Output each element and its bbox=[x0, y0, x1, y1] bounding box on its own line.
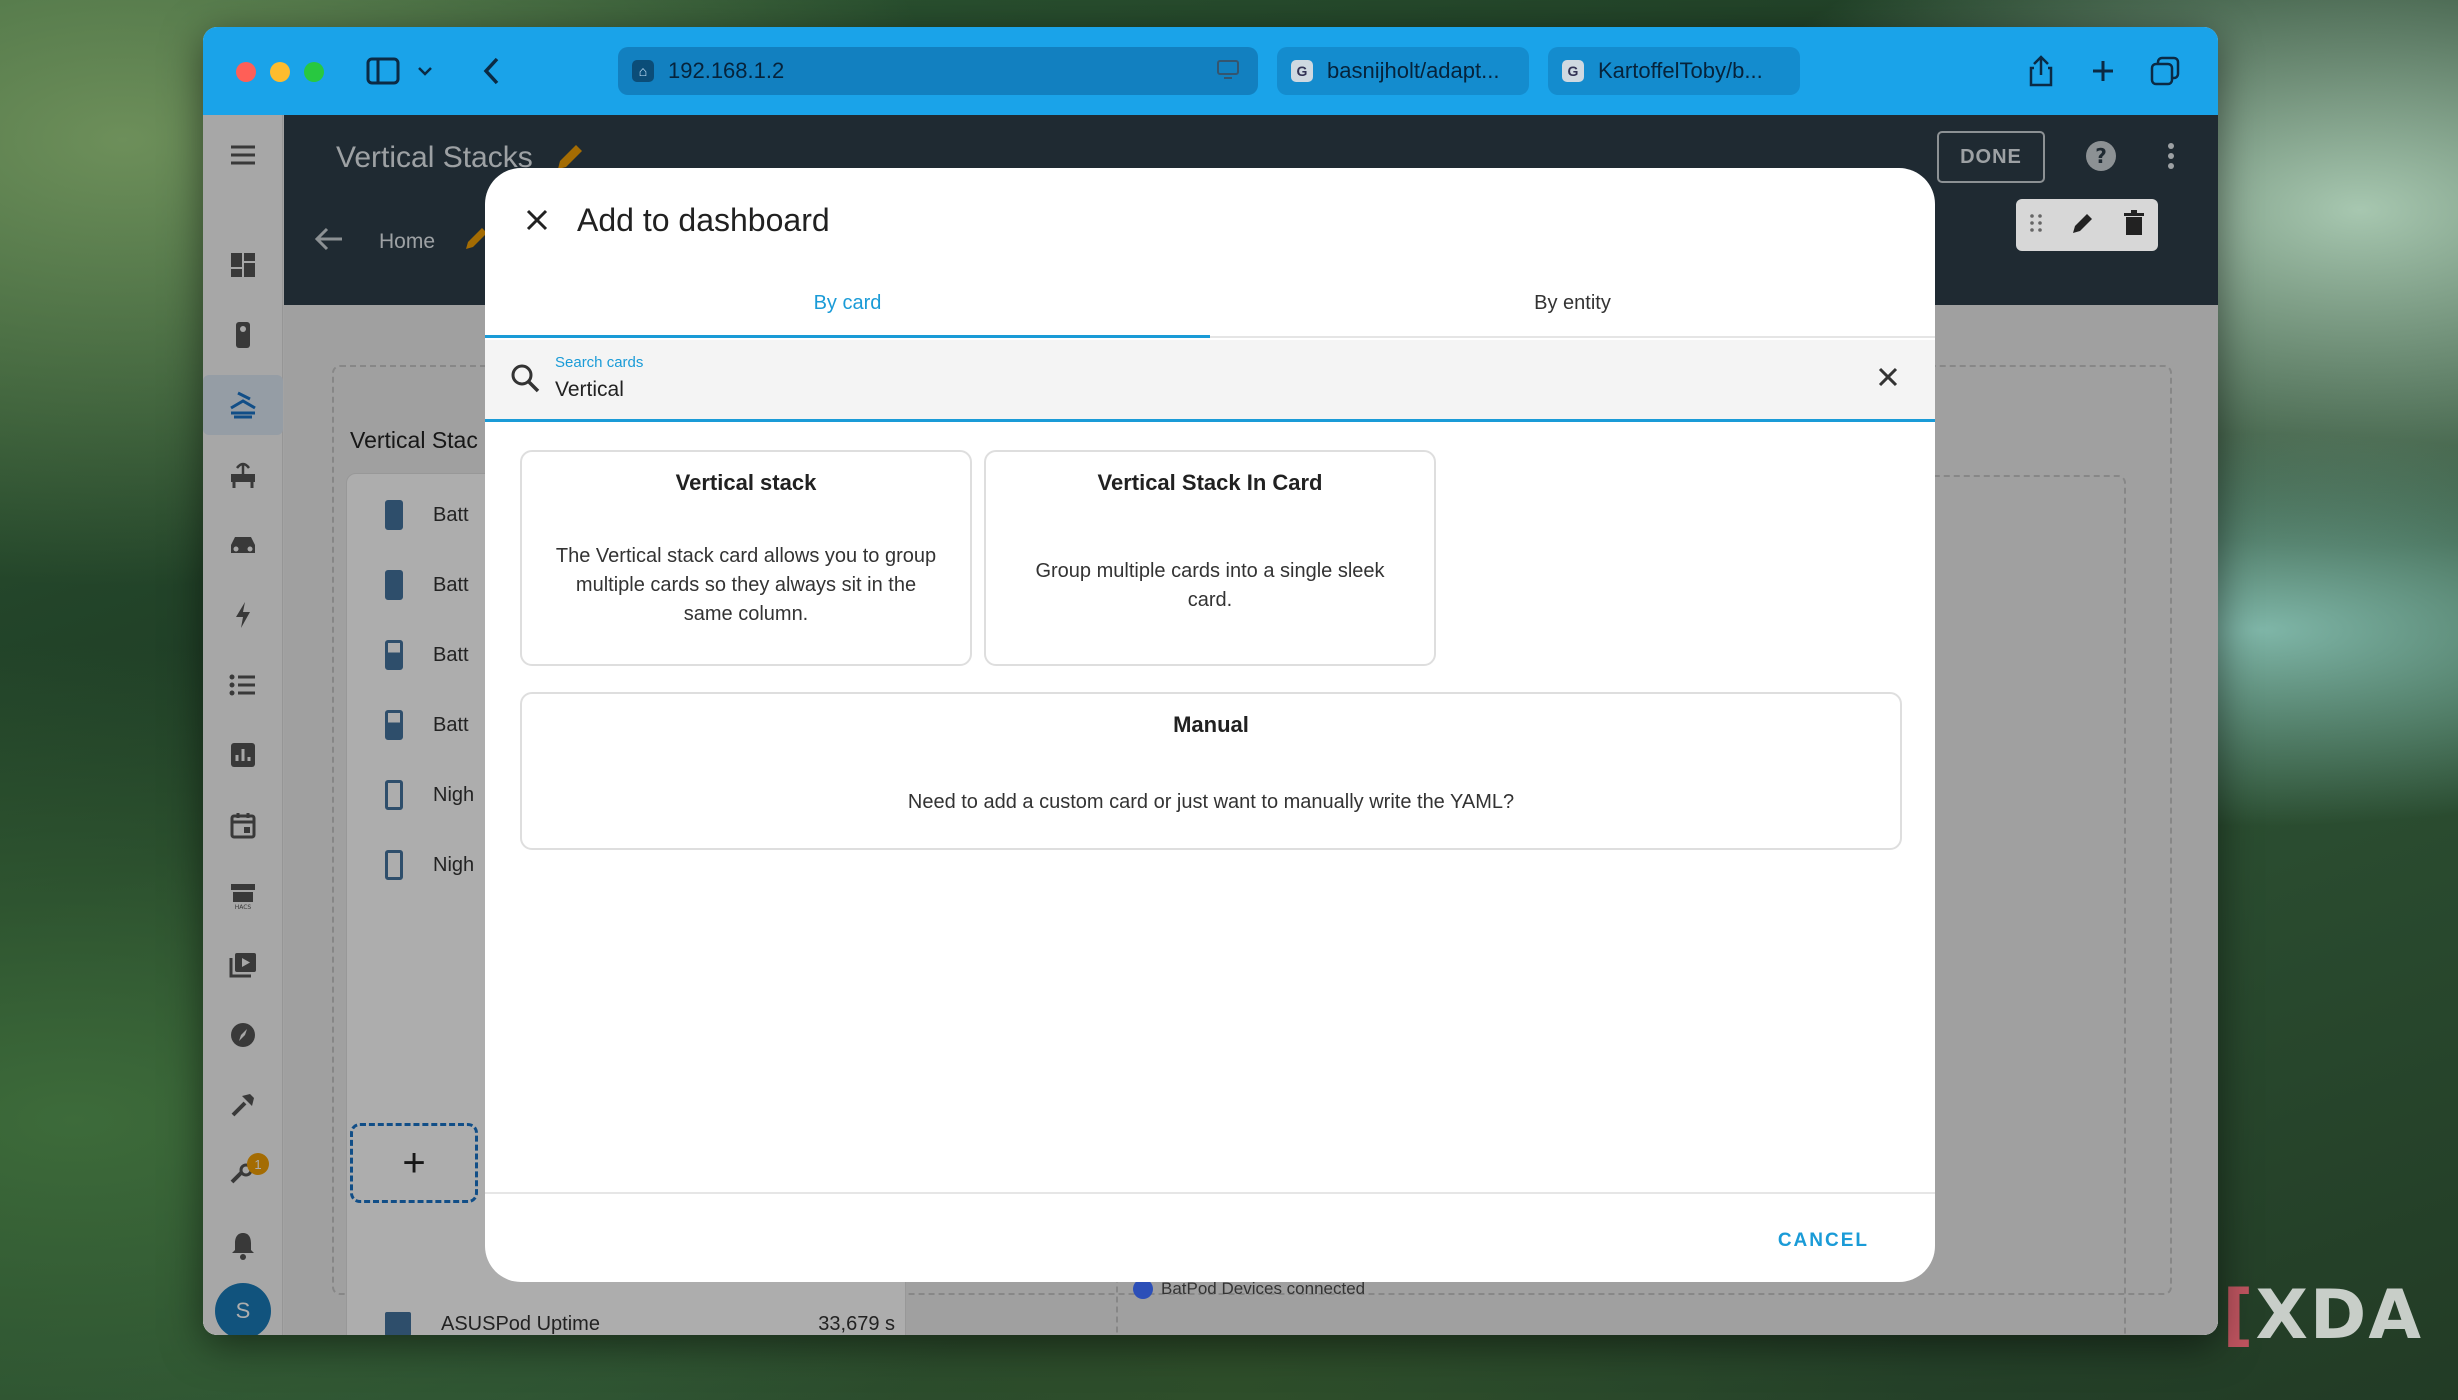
search-label: Search cards bbox=[555, 354, 644, 371]
sidebar-toggle-icon[interactable] bbox=[363, 51, 403, 91]
chevron-down-icon[interactable] bbox=[413, 51, 437, 91]
active-tab-indicator bbox=[485, 335, 1210, 338]
card-option-vertical-stack-in-card[interactable]: Vertical Stack In Card Group multiple ca… bbox=[984, 450, 1436, 666]
back-icon[interactable] bbox=[471, 51, 511, 91]
share-icon[interactable] bbox=[2021, 51, 2061, 91]
browser-tab-address[interactable]: ⌂ 192.168.1.2 bbox=[618, 47, 1258, 95]
search-icon bbox=[509, 362, 541, 399]
close-icon bbox=[526, 209, 548, 231]
drag-handle-icon[interactable] bbox=[2029, 213, 2043, 238]
legend-swatch bbox=[1133, 1279, 1153, 1299]
cancel-button[interactable]: CANCEL bbox=[1778, 1230, 1869, 1252]
browser-tab-github-2[interactable]: G KartoffelToby/b... bbox=[1548, 47, 1800, 95]
card-option-title: Vertical stack bbox=[675, 470, 817, 495]
browser-window: ⌂ 192.168.1.2 G basnijholt/adapt... G Ka… bbox=[203, 27, 2218, 1335]
edit-pencil-icon[interactable] bbox=[2070, 210, 2096, 241]
add-to-dashboard-dialog: Add to dashboard By card By entity Searc… bbox=[485, 168, 1935, 1282]
tab-label: basnijholt/adapt... bbox=[1327, 58, 1500, 83]
dialog-footer-divider bbox=[485, 1192, 1935, 1194]
github-icon: G bbox=[1291, 60, 1313, 82]
zoom-window-button[interactable] bbox=[304, 62, 324, 82]
tab-overview-icon[interactable] bbox=[2145, 51, 2185, 91]
clear-search-icon[interactable] bbox=[1877, 366, 1899, 393]
tab-by-entity[interactable]: By entity bbox=[1210, 268, 1935, 338]
home-assistant-icon: ⌂ bbox=[632, 60, 654, 82]
tab-by-card[interactable]: By card bbox=[485, 268, 1210, 338]
card-option-title: Vertical Stack In Card bbox=[1097, 470, 1323, 495]
search-cards-field[interactable]: Search cards Vertical bbox=[485, 340, 1935, 422]
dialog-tabs: By card By entity bbox=[485, 268, 1935, 338]
close-dialog-button[interactable] bbox=[515, 198, 559, 242]
card-option-description: The Vertical stack card allows you to gr… bbox=[555, 545, 937, 625]
browser-titlebar: ⌂ 192.168.1.2 G basnijholt/adapt... G Ka… bbox=[203, 27, 2218, 115]
address-text: 192.168.1.2 bbox=[668, 58, 785, 83]
card-option-description: Group multiple cards into a single sleek… bbox=[1035, 560, 1385, 611]
card-edit-toolbar bbox=[2016, 199, 2158, 251]
minimize-window-button[interactable] bbox=[270, 62, 290, 82]
browser-tab-github-1[interactable]: G basnijholt/adapt... bbox=[1277, 47, 1529, 95]
tab-label: KartoffelToby/b... bbox=[1598, 58, 1763, 83]
screen-share-icon[interactable] bbox=[1216, 59, 1240, 87]
card-option-description: Need to add a custom card or just want t… bbox=[907, 791, 1515, 813]
dialog-title: Add to dashboard bbox=[577, 202, 830, 238]
delete-icon[interactable] bbox=[2123, 209, 2145, 241]
card-option-manual[interactable]: Manual Need to add a custom card or just… bbox=[520, 692, 1902, 850]
new-tab-icon[interactable] bbox=[2083, 51, 2123, 91]
github-icon: G bbox=[1562, 60, 1584, 82]
card-option-vertical-stack[interactable]: Vertical stack The Vertical stack card a… bbox=[520, 450, 972, 666]
xda-watermark: [XDA bbox=[2222, 1276, 2423, 1355]
card-option-title: Manual bbox=[1173, 712, 1249, 737]
legend-label: BatPod Devices connected bbox=[1161, 1279, 1366, 1298]
close-window-button[interactable] bbox=[236, 62, 256, 82]
search-input[interactable]: Vertical bbox=[555, 378, 624, 402]
chart-legend: BatPod Devices connected bbox=[1133, 1279, 1365, 1299]
